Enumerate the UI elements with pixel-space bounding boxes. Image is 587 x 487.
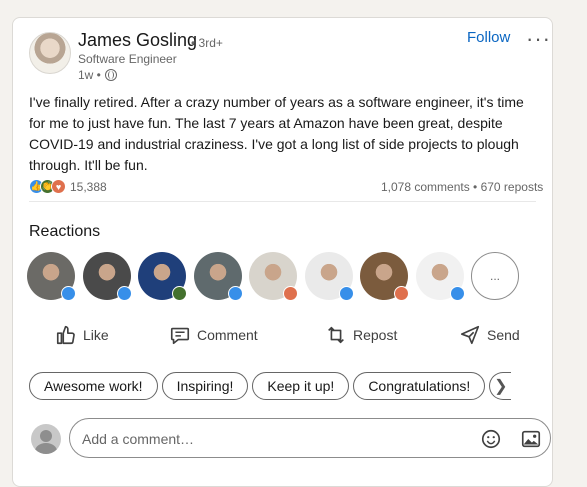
repost-button[interactable]: Repost bbox=[325, 324, 397, 346]
author-avatar[interactable] bbox=[29, 32, 71, 74]
globe-icon bbox=[104, 69, 117, 81]
comment-icon bbox=[170, 327, 190, 345]
post-card: James Gosling • 3rd+ Software Engineer 1… bbox=[12, 17, 553, 487]
comment-input[interactable] bbox=[80, 427, 464, 451]
connection-degree: • 3rd+ bbox=[191, 36, 223, 50]
action-bar: Like Comment Repost Send bbox=[29, 324, 534, 348]
post-meta: 1w • bbox=[78, 68, 117, 82]
post-time: 1w • bbox=[78, 68, 101, 82]
reaction-badge-icon bbox=[338, 286, 354, 301]
reaction-badge-icon bbox=[283, 286, 298, 301]
reactor-avatar[interactable] bbox=[27, 252, 76, 301]
author-headline: Software Engineer bbox=[78, 52, 177, 66]
send-button[interactable]: Send bbox=[459, 324, 520, 346]
suggestion-chip[interactable]: Awesome work! bbox=[29, 372, 158, 400]
love-reaction-icon: ♥ bbox=[51, 179, 66, 194]
reaction-badge-icon bbox=[394, 286, 409, 301]
reactions-heading: Reactions bbox=[29, 223, 101, 240]
reaction-badge-icon bbox=[116, 286, 132, 301]
chevron-right-icon[interactable]: ❯ bbox=[489, 372, 512, 400]
comment-label: Comment bbox=[197, 327, 258, 343]
current-user-avatar bbox=[31, 424, 61, 454]
author-name[interactable]: James Gosling bbox=[78, 30, 197, 51]
more-reactors-button[interactable]: ... bbox=[471, 252, 519, 300]
reactor-avatar[interactable] bbox=[249, 252, 298, 301]
emoji-icon[interactable] bbox=[480, 428, 502, 450]
reaction-badge-icon bbox=[61, 286, 76, 301]
reactor-avatar[interactable] bbox=[82, 252, 132, 301]
reactor-avatar[interactable] bbox=[415, 252, 465, 301]
suggested-comments: Awesome work! Inspiring! Keep it up! Con… bbox=[29, 372, 512, 400]
reaction-badge-icon bbox=[449, 286, 465, 301]
reactor-avatar[interactable] bbox=[304, 252, 354, 301]
reaction-count[interactable]: 15,388 bbox=[70, 180, 107, 194]
more-options-icon[interactable]: ··· bbox=[526, 26, 551, 52]
follow-button[interactable]: Follow bbox=[467, 29, 510, 46]
comments-reposts-count[interactable]: 1,078 comments • 670 reposts bbox=[381, 180, 543, 194]
post-body: I've finally retired. After a crazy numb… bbox=[29, 94, 524, 173]
comment-button[interactable]: Comment bbox=[169, 324, 258, 346]
reaction-icons[interactable]: 👍 👏 ♥ bbox=[29, 179, 66, 194]
send-icon bbox=[460, 325, 480, 345]
reactor-list: ... bbox=[27, 252, 519, 301]
like-label: Like bbox=[83, 327, 109, 343]
divider bbox=[29, 201, 536, 202]
reactor-avatar[interactable] bbox=[193, 252, 243, 301]
reaction-badge-icon bbox=[227, 286, 243, 301]
reactor-avatar[interactable] bbox=[360, 252, 409, 301]
send-label: Send bbox=[487, 327, 520, 343]
image-icon[interactable] bbox=[520, 428, 542, 450]
reaction-badge-icon bbox=[172, 286, 187, 301]
repost-label: Repost bbox=[353, 327, 398, 343]
suggestion-chip[interactable]: Inspiring! bbox=[161, 372, 249, 400]
thumbs-up-icon bbox=[56, 325, 75, 345]
suggestion-chip[interactable]: Keep it up! bbox=[252, 372, 350, 400]
reactor-avatar[interactable] bbox=[138, 252, 187, 301]
like-button[interactable]: Like bbox=[55, 324, 109, 346]
repost-icon bbox=[328, 326, 344, 344]
suggestion-chip[interactable]: Congratulations! bbox=[353, 372, 486, 400]
comment-box bbox=[69, 418, 551, 458]
